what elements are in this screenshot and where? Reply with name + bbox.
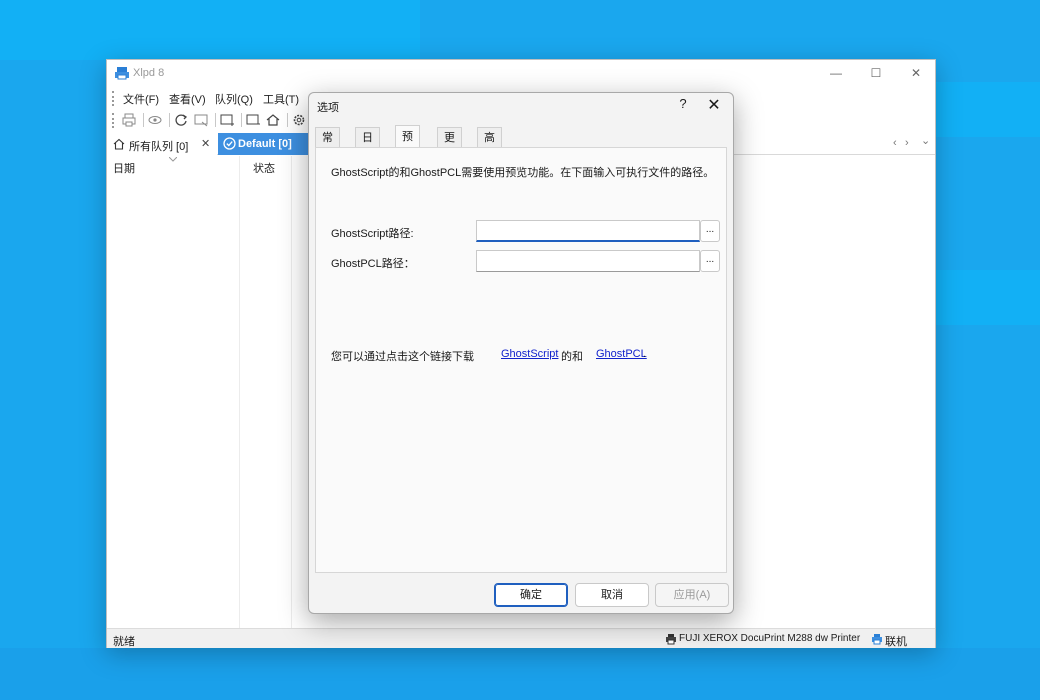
tab-all-queues[interactable]: 所有队列 [0] ✕ xyxy=(107,133,217,155)
check-circle-icon xyxy=(223,137,236,150)
desktop-panel xyxy=(0,0,420,60)
help-button[interactable]: ? xyxy=(673,96,693,111)
toolbar-separator xyxy=(143,113,144,127)
column-divider xyxy=(239,156,240,628)
tab-update[interactable]: 更新 xyxy=(437,127,462,164)
toolbar-grip xyxy=(112,113,114,128)
ghostscript-browse-button[interactable]: ... xyxy=(700,220,720,242)
column-divider xyxy=(291,156,292,628)
menu-grip xyxy=(112,91,114,106)
printer-icon xyxy=(666,634,676,645)
status-printer-name: FUJI XEROX DocuPrint M288 dw Printer xyxy=(679,633,861,644)
ghostpcl-link[interactable]: GhostPCL xyxy=(596,348,647,360)
ok-button[interactable]: 确定 xyxy=(494,583,568,607)
tab-log[interactable]: 日志 xyxy=(355,127,380,164)
window-icon[interactable] xyxy=(193,112,209,128)
tab-all-queues-label: 所有队列 [0] xyxy=(129,141,189,153)
preview-panel: GhostScript的和GhostPCL需要使用预览功能。在下面输入可执行文件… xyxy=(315,147,727,573)
toolbar-separator xyxy=(241,113,242,127)
printer-app-icon xyxy=(115,67,129,80)
tab-close-icon[interactable]: ✕ xyxy=(201,137,210,150)
tab-prev-icon[interactable]: ‹ xyxy=(893,137,897,149)
status-bar: 就绪 FUJI XEROX DocuPrint M288 dw Printer … xyxy=(107,628,935,648)
preview-description: GhostScript的和GhostPCL需要使用预览功能。在下面输入可执行文件… xyxy=(331,167,715,179)
desktop-panel xyxy=(0,648,1040,700)
column-header-date[interactable]: 日期 xyxy=(113,160,135,176)
status-ready: 就绪 xyxy=(113,636,135,648)
gear-icon[interactable] xyxy=(291,112,307,128)
app-title: Xlpd 8 xyxy=(133,67,165,79)
status-online: 联机 xyxy=(885,636,907,648)
download-hint-end: . xyxy=(643,348,647,360)
menu-tools[interactable]: 工具(T) xyxy=(263,91,299,107)
dialog-close-button[interactable]: ✕ xyxy=(703,95,725,115)
delete-queue-icon[interactable] xyxy=(245,112,261,128)
desktop-panel xyxy=(936,82,1040,137)
tab-next-icon[interactable]: › xyxy=(905,137,909,149)
cancel-button[interactable]: 取消 xyxy=(575,583,649,607)
close-button[interactable]: ✕ xyxy=(901,63,931,83)
eye-icon[interactable] xyxy=(147,112,163,128)
ghostscript-path-input[interactable] xyxy=(476,220,700,242)
tab-menu-icon[interactable]: ⌄ xyxy=(921,134,930,147)
ghostpcl-path-input[interactable] xyxy=(476,250,700,272)
printer-online-icon xyxy=(872,634,882,645)
home-icon[interactable] xyxy=(265,112,281,128)
home-icon xyxy=(113,138,125,150)
ghostscript-path-label: GhostScript路径: xyxy=(331,228,414,240)
tab-preview[interactable]: 预览 xyxy=(395,125,420,165)
add-queue-icon[interactable] xyxy=(219,112,235,128)
download-hint-and: 的和 xyxy=(561,351,583,363)
title-bar: Xlpd 8 — ☐ ✕ xyxy=(107,60,935,86)
tab-advanced[interactable]: 高级 xyxy=(477,127,502,164)
maximize-button[interactable]: ☐ xyxy=(861,63,891,83)
menu-view[interactable]: 查看(V) xyxy=(169,91,206,107)
toolbar-separator xyxy=(287,113,288,127)
ghostpcl-path-label: GhostPCL路径： xyxy=(331,258,415,270)
ghostpcl-browse-button[interactable]: ... xyxy=(700,250,720,272)
refresh-icon[interactable] xyxy=(173,112,189,128)
toolbar-separator xyxy=(169,113,170,127)
sort-arrow-icon xyxy=(169,157,177,162)
menu-file[interactable]: 文件(F) xyxy=(123,91,159,107)
dialog-title: 选项 xyxy=(317,102,339,114)
print-icon[interactable] xyxy=(121,112,137,128)
minimize-button[interactable]: — xyxy=(821,63,851,83)
toolbar-separator xyxy=(215,113,216,127)
column-header-status[interactable]: 状态 xyxy=(253,160,275,176)
ghostscript-link[interactable]: GhostScript xyxy=(501,348,558,360)
menu-queue[interactable]: 队列(Q) xyxy=(215,91,253,107)
desktop-panel xyxy=(936,270,1040,325)
options-dialog: 选项 ? ✕ 常规 日志 预览 更新 高级 GhostScript的和Ghost… xyxy=(308,92,734,614)
tab-general[interactable]: 常规 xyxy=(315,127,340,164)
tab-default-queue-label: Default [0] xyxy=(238,138,292,150)
download-hint: 您可以通过点击这个链接下载 xyxy=(331,351,474,363)
apply-button[interactable]: 应用(A) xyxy=(655,583,729,607)
